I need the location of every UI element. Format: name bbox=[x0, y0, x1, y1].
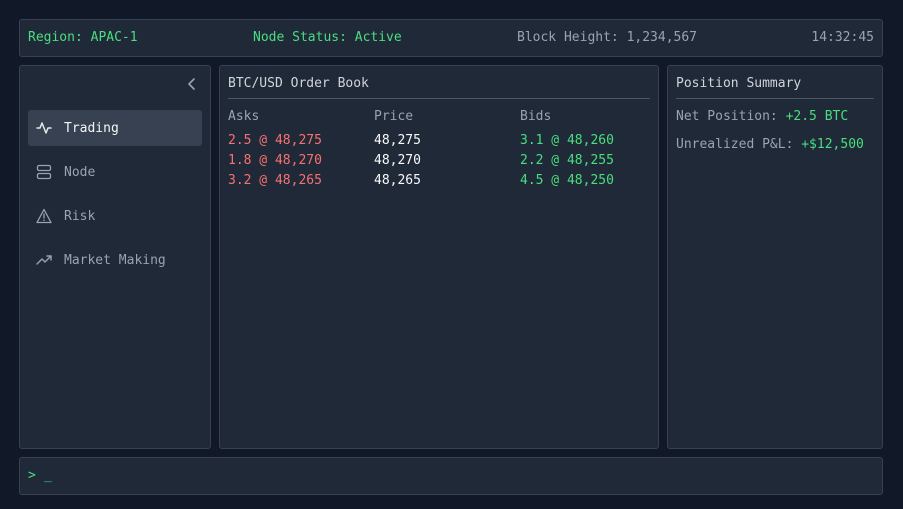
region-label: Region: APAC-1 bbox=[28, 30, 138, 45]
server-icon bbox=[36, 164, 52, 180]
clock: 14:32:45 bbox=[811, 30, 874, 45]
sidebar-item-label: Node bbox=[64, 164, 96, 180]
node-status-label: Node Status: Active bbox=[253, 30, 402, 45]
net-position-value: +2.5 BTC bbox=[785, 109, 849, 124]
price-cell: 48,275 bbox=[374, 133, 421, 148]
sidebar-item-node[interactable]: Node bbox=[28, 154, 202, 190]
position-summary-title: Position Summary bbox=[676, 76, 802, 91]
sidebar-item-risk[interactable]: Risk bbox=[28, 198, 202, 234]
ask-cell: 1.8 @ 48,270 bbox=[228, 153, 322, 168]
sidebar-item-market-making[interactable]: Market Making bbox=[28, 242, 202, 278]
ask-cell: 2.5 @ 48,275 bbox=[228, 133, 322, 148]
unrealized-pnl-line: Unrealized P&L: +$12,500 bbox=[676, 137, 864, 152]
ask-cell: 3.2 @ 48,265 bbox=[228, 173, 322, 188]
sidebar-item-label: Trading bbox=[64, 120, 119, 136]
unrealized-pnl-value: +$12,500 bbox=[801, 137, 864, 152]
net-position-label: Net Position: bbox=[676, 109, 786, 124]
table-row[interactable]: 3.2 @ 48,265 48,265 4.5 @ 48,250 bbox=[228, 173, 658, 193]
sidebar-item-label: Risk bbox=[64, 208, 96, 224]
table-row[interactable]: 2.5 @ 48,275 48,275 3.1 @ 48,260 bbox=[228, 133, 658, 153]
command-input[interactable]: _ bbox=[44, 468, 52, 483]
block-height-label: Block Height: 1,234,567 bbox=[517, 30, 698, 45]
status-bar: Region: APAC-1 Node Status: Active Block… bbox=[19, 19, 883, 57]
bids-header: Bids bbox=[520, 109, 552, 124]
bid-cell: 3.1 @ 48,260 bbox=[520, 133, 614, 148]
order-book-title: BTC/USD Order Book bbox=[228, 76, 369, 91]
price-cell: 48,270 bbox=[374, 153, 421, 168]
unrealized-pnl-label: Unrealized P&L: bbox=[676, 137, 802, 152]
prompt-icon: > bbox=[28, 468, 36, 483]
order-book-panel: BTC/USD Order Book Asks Price Bids 2.5 @… bbox=[219, 65, 659, 449]
price-cell: 48,265 bbox=[374, 173, 421, 188]
bid-cell: 4.5 @ 48,250 bbox=[520, 173, 614, 188]
divider bbox=[676, 98, 874, 99]
divider bbox=[228, 98, 650, 99]
price-header: Price bbox=[374, 109, 414, 124]
position-summary-panel: Position Summary Net Position: +2.5 BTC … bbox=[667, 65, 883, 449]
asks-header: Asks bbox=[228, 109, 260, 124]
command-console[interactable]: > _ bbox=[19, 457, 883, 495]
sidebar: Trading Node Risk Market Making bbox=[19, 65, 211, 449]
bid-cell: 2.2 @ 48,255 bbox=[520, 153, 614, 168]
trending-up-icon bbox=[36, 252, 52, 268]
sidebar-item-label: Market Making bbox=[64, 252, 166, 268]
net-position-line: Net Position: +2.5 BTC bbox=[676, 109, 848, 124]
chevron-left-icon[interactable] bbox=[184, 76, 200, 92]
sidebar-item-trading[interactable]: Trading bbox=[28, 110, 202, 146]
activity-icon bbox=[36, 120, 52, 136]
table-row[interactable]: 1.8 @ 48,270 48,270 2.2 @ 48,255 bbox=[228, 153, 658, 173]
alert-triangle-icon bbox=[36, 208, 52, 224]
